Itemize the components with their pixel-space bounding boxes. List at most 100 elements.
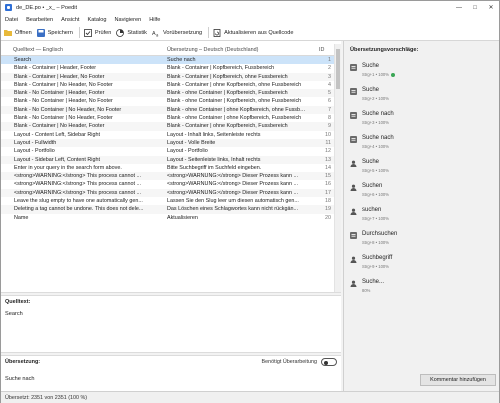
- suggestion-meta: Strg+5 • 100%: [362, 168, 389, 173]
- table-row[interactable]: Layout - Sidebar Left, Content Right Layo…: [1, 155, 334, 164]
- translation-field[interactable]: Suche nach: [5, 376, 35, 382]
- id-cell: 18: [325, 198, 331, 205]
- suggestion-item[interactable]: Suche Strg+2 • 100%: [350, 87, 496, 109]
- column-source[interactable]: Quelltext — Englisch: [13, 47, 63, 53]
- column-id[interactable]: ID: [319, 47, 324, 53]
- suggestion-item[interactable]: Suche... 80%: [350, 279, 496, 301]
- suggestion-item[interactable]: Suche Strg+1 • 100%: [350, 63, 496, 85]
- translation-cell: Das Löschen eines Schlagwortes kann nich…: [167, 206, 298, 213]
- table-row[interactable]: Search Suche nach 1: [1, 56, 334, 65]
- menu-catalog[interactable]: Katalog: [87, 17, 106, 23]
- translation-cell: Aktualisieren: [167, 214, 198, 221]
- table-row[interactable]: Leave the slug empty to have one automat…: [1, 197, 334, 205]
- translation-cell: <strong>WARNUNG:</strong> Dieser Prozess…: [167, 173, 299, 180]
- id-cell: 12: [325, 148, 331, 155]
- suggestion-item[interactable]: Suche nach Strg+4 • 100%: [350, 135, 496, 157]
- column-translation[interactable]: Übersetzung – Deutsch (Deutschland): [167, 47, 258, 53]
- table-row[interactable]: Blank - No Container | Header, No Footer…: [1, 97, 334, 105]
- editor-pane: Quelltext — Englisch Übersetzung – Deuts…: [1, 41, 341, 391]
- suggestion-item[interactable]: Suchen Strg+6 • 100%: [350, 183, 496, 205]
- open-button[interactable]: Öffnen: [4, 29, 32, 37]
- menu-help[interactable]: Hilfe: [149, 17, 160, 23]
- scrollbar-thumb[interactable]: [336, 49, 340, 89]
- checkbox-icon: [84, 28, 92, 37]
- table-row[interactable]: Blank - No Container | Header, Footer Bla…: [1, 89, 334, 98]
- table-row[interactable]: Blank - Container | Header, Footer Blank …: [1, 64, 334, 72]
- table-row[interactable]: Blank - Container | No Header, No Footer…: [1, 81, 334, 89]
- table-row[interactable]: <strong>WARNING:</strong> This process c…: [1, 172, 334, 181]
- statistics-button[interactable]: Statistik: [116, 28, 147, 37]
- table-row[interactable]: Deleting a tag cannot be undone. This do…: [1, 205, 334, 214]
- needs-review-label: Benötigt Überarbeitung: [261, 359, 317, 365]
- id-cell: 9: [328, 123, 331, 130]
- source-cell: Blank - No Container | Header, No Footer: [14, 98, 113, 105]
- translation-cell: Blank - Container | ohne Kopfbereich, oh…: [167, 81, 302, 88]
- table-row[interactable]: Blank - No Container | No Header, Footer…: [1, 114, 334, 122]
- suggestion-shortcut: Strg+5 • 100%: [362, 168, 389, 173]
- update-icon: [213, 28, 221, 37]
- suggestion-text: Suchbegriff: [362, 255, 393, 261]
- table-row[interactable]: Blank - No Container | No Header, No Foo…: [1, 105, 334, 115]
- menu-navigate[interactable]: Navigieren: [114, 17, 141, 23]
- suggestion-meta: Strg+7 • 100%: [362, 216, 389, 221]
- suggestion-text: Suche nach: [362, 135, 394, 141]
- source-cell: Leave the slug empty to have one automat…: [14, 198, 143, 205]
- minimize-icon[interactable]: —: [451, 1, 467, 14]
- table-row[interactable]: <strong>WARNING:</strong> This process c…: [1, 180, 334, 188]
- suggestion-meta: Strg+1 • 100%: [362, 72, 395, 77]
- add-comment-button[interactable]: Kommentar hinzufügen: [420, 374, 496, 386]
- suggestion-item[interactable]: Suche Strg+5 • 100%: [350, 159, 496, 181]
- source-panel: Quelltext: Search: [1, 296, 341, 352]
- suggestion-shortcut: Strg+1 • 100%: [362, 72, 389, 77]
- table-row[interactable]: Name Aktualisieren 20: [1, 214, 334, 222]
- memory-icon: [350, 136, 357, 143]
- menu-view[interactable]: Ansicht: [61, 17, 79, 23]
- id-cell: 7: [328, 106, 331, 113]
- source-cell: Search: [14, 57, 32, 63]
- id-cell: 1: [328, 57, 331, 63]
- table-row[interactable]: Layout - Fullwidth Layout - Volle Breite 1…: [1, 138, 334, 148]
- menu-file[interactable]: Datei: [5, 17, 18, 23]
- table-row[interactable]: <strong>WARNING:</strong> This process c…: [1, 188, 334, 198]
- table-row[interactable]: Blank - Container | Header, No Footer Bla…: [1, 72, 334, 81]
- close-icon[interactable]: ✕: [483, 1, 499, 14]
- suggestion-shortcut: Strg+7 • 100%: [362, 216, 389, 221]
- save-button[interactable]: Speichern: [36, 28, 73, 37]
- suggestion-item[interactable]: suchen Strg+7 • 100%: [350, 207, 496, 229]
- suggestion-item[interactable]: Suchbegriff Strg+9 • 100%: [350, 255, 496, 277]
- suggestion-item[interactable]: Durchsuchen Strg+8 • 100%: [350, 231, 496, 253]
- validate-button[interactable]: Prüfen: [84, 28, 111, 37]
- person-icon: [350, 208, 357, 215]
- suggestion-shortcut: 80%: [362, 288, 371, 293]
- source-cell: <strong>WARNING:</strong> This process c…: [14, 181, 142, 188]
- needs-review-toggle[interactable]: [321, 358, 337, 366]
- person-icon: [350, 160, 357, 167]
- source-cell: <strong>WARNING:</strong> This process c…: [14, 189, 142, 196]
- toolbar-divider: [208, 27, 210, 38]
- translation-label: Übersetzung:: [5, 359, 41, 365]
- translation-cell: Layout - Seitenleiste links, Inhalt rech…: [167, 156, 261, 163]
- id-cell: 5: [328, 90, 331, 97]
- suggestion-meta: Strg+3 • 100%: [362, 120, 389, 125]
- suggestion-text: Suche nach: [362, 111, 394, 117]
- table-row[interactable]: Layout - Portfolio Layout - Portfolio 12: [1, 147, 334, 155]
- translation-cell: Blank - ohne Container | Kopfbereich, oh…: [167, 98, 302, 105]
- translation-panel: Übersetzung: Benötigt Überarbeitung Such…: [1, 356, 341, 391]
- source-cell: Blank - Container | Header, No Footer: [14, 73, 105, 80]
- suggestion-item[interactable]: Suche nach Strg+3 • 100%: [350, 111, 496, 133]
- suggestions-header: Übersetzungsvorschläge:: [350, 47, 419, 53]
- translation-cell: Blank - ohne Container | Kopfbereich, Fu…: [167, 90, 288, 97]
- id-cell: 2: [328, 65, 331, 72]
- pretranslate-button[interactable]: Aa Vorübersetzung: [152, 29, 202, 37]
- list-scrollbar[interactable]: [334, 44, 341, 294]
- translate-icon: Aa: [152, 29, 160, 36]
- translation-cell: Bitte Suchbegriff im Suchfeld eingeben.: [167, 164, 262, 171]
- source-cell: Layout - Sidebar Left, Content Right: [14, 156, 101, 163]
- table-row[interactable]: Enter in your query in the search form a…: [1, 164, 334, 172]
- update-from-source-button[interactable]: Aktualisieren aus Quellcode: [213, 28, 294, 37]
- table-row[interactable]: Blank - Container | No Header, Footer Bla…: [1, 122, 334, 131]
- table-row[interactable]: Layout - Content Left, Sidebar Right Layo…: [1, 131, 334, 139]
- maximize-icon[interactable]: □: [467, 1, 483, 14]
- menu-edit[interactable]: Bearbeiten: [26, 17, 53, 23]
- statistics-label: Statistik: [127, 29, 147, 36]
